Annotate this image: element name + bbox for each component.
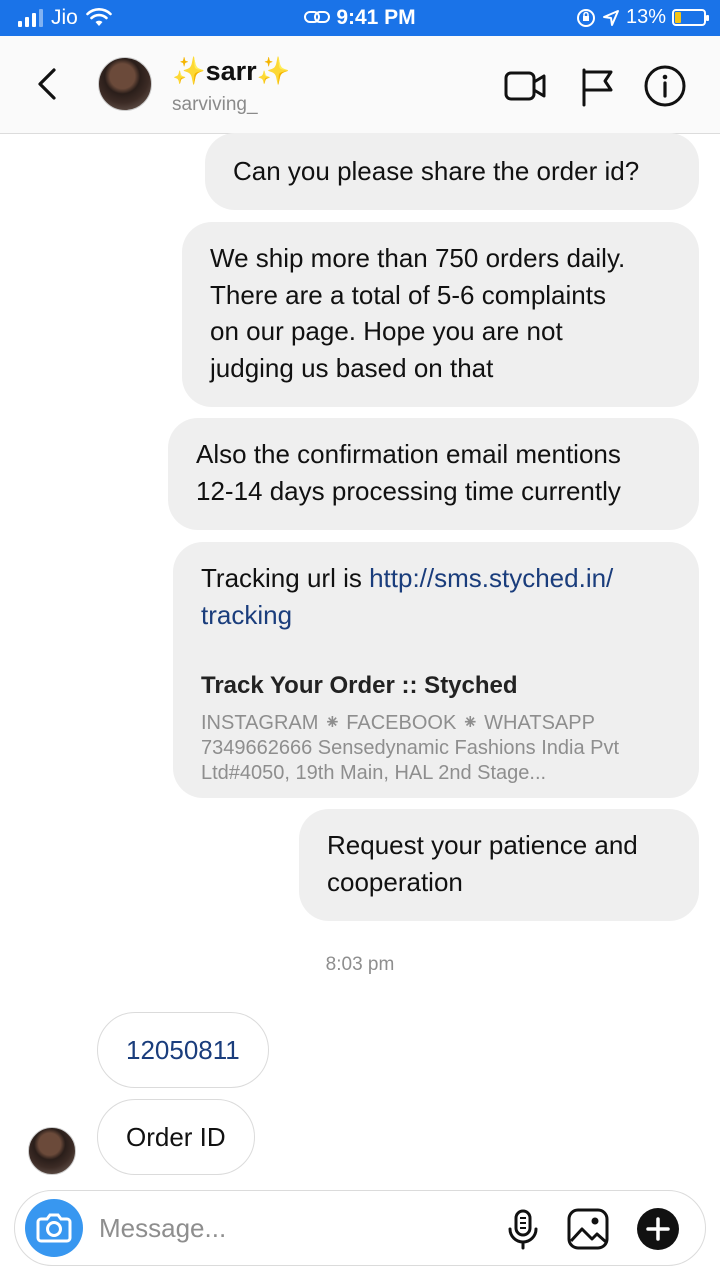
link-preview-desc: 7349662666 Sensedynamic Fashions India P… xyxy=(201,736,620,759)
message-bubble[interactable]: Request your patience and cooperation xyxy=(299,809,699,921)
chat-title[interactable]: ✨sarr✨ xyxy=(172,55,290,87)
link-preview-desc: Ltd#4050, 19th Main, HAL 2nd Stage... xyxy=(201,761,547,784)
message-text[interactable]: 12050811 xyxy=(126,1035,240,1066)
sender-avatar[interactable] xyxy=(28,1127,76,1175)
incoming-message-bubble[interactable]: 12050811 xyxy=(97,1012,269,1088)
message-bubble-link[interactable]: Tracking url is http://sms.styched.in/ t… xyxy=(173,542,699,798)
battery-icon xyxy=(672,9,709,26)
message-line: cooperation xyxy=(327,866,463,897)
message-text: Order ID xyxy=(126,1121,226,1152)
message-bubble[interactable]: Also the confirmation email mentions 12-… xyxy=(168,418,699,530)
tracking-link[interactable]: http://sms.styched.in/ xyxy=(369,563,613,593)
message-bubble[interactable]: Can you please share the order id? xyxy=(205,133,699,210)
sparkle-right: ✨ xyxy=(256,56,291,86)
message-text: Tracking url is xyxy=(201,563,370,593)
back-chevron-icon[interactable] xyxy=(30,64,66,104)
incoming-message-bubble[interactable]: Order ID xyxy=(97,1099,255,1175)
flag-icon[interactable] xyxy=(575,64,619,108)
message-line: Also the confirmation email mentions xyxy=(196,439,621,469)
camera-button[interactable] xyxy=(25,1199,83,1257)
message-line: We ship more than 750 orders daily. xyxy=(210,243,626,273)
message-line: Request your patience and xyxy=(327,830,638,860)
status-bar: Jio 9:41 PM 13% xyxy=(0,0,720,36)
message-input[interactable]: Message... xyxy=(99,1213,226,1244)
gallery-icon[interactable] xyxy=(566,1207,610,1251)
message-line: Tracking url is http://sms.styched.in/ xyxy=(201,560,671,597)
video-camera-icon[interactable] xyxy=(503,64,547,108)
battery-percent: 13% xyxy=(625,6,666,28)
status-right: 13% xyxy=(576,6,709,29)
location-arrow-icon xyxy=(602,9,619,26)
info-icon[interactable] xyxy=(643,64,687,108)
plus-icon[interactable] xyxy=(636,1207,680,1251)
message-line: There are a total of 5-6 complaints xyxy=(210,279,606,310)
chat-title-text: sarr xyxy=(205,56,257,86)
camera-icon xyxy=(36,1213,72,1243)
microphone-icon[interactable] xyxy=(501,1207,545,1251)
clock: 9:41 PM xyxy=(336,6,416,29)
chat-username[interactable]: sarviving_ xyxy=(172,94,258,116)
link-preview-title[interactable]: Track Your Order :: Styched xyxy=(201,668,671,705)
message-line: on our page. Hope you are not xyxy=(210,316,563,346)
message-line: 12-14 days processing time currently xyxy=(196,475,621,506)
message-line: judging us based on that xyxy=(210,352,494,383)
link-preview-desc: INSTAGRAM ⁕ FACEBOOK ⁕ WHATSAPP xyxy=(201,711,595,734)
avatar[interactable] xyxy=(98,57,152,111)
message-bubble[interactable]: We ship more than 750 orders daily. Ther… xyxy=(182,222,699,407)
timestamp: 8:03 pm xyxy=(325,954,395,975)
link-icon xyxy=(304,11,331,23)
tracking-link-cont[interactable]: tracking xyxy=(201,597,671,634)
chat-header: ✨sarr✨ sarviving_ xyxy=(0,36,720,134)
sparkle-left: ✨ xyxy=(172,56,206,86)
orientation-lock-icon xyxy=(576,8,595,27)
message-text: Can you please share the order id? xyxy=(233,156,640,186)
message-composer: Message... xyxy=(14,1190,706,1266)
